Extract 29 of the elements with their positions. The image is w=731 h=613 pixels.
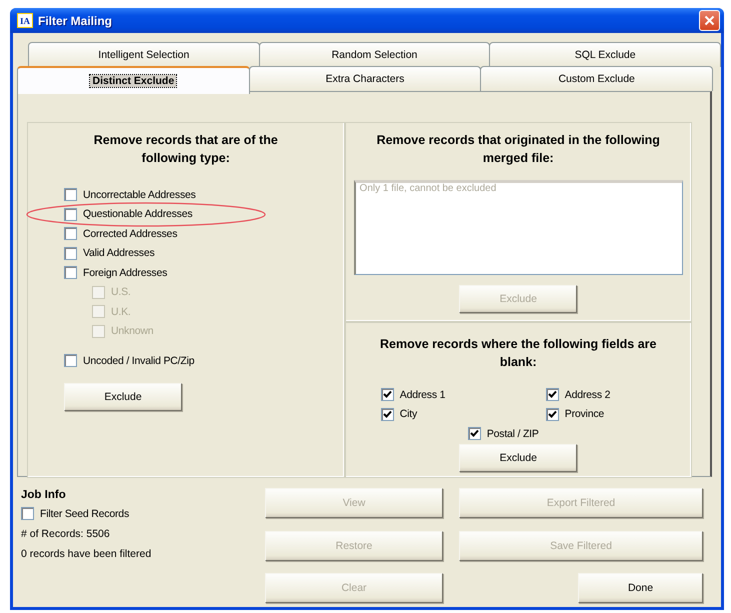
button[interactable]: Exclude [459, 444, 578, 472]
checkbox[interactable]: Address 2 [546, 385, 610, 404]
checkbox[interactable]: Uncorrectable Addresses [64, 185, 196, 204]
checkbox[interactable]: Address 1 [380, 385, 446, 404]
button[interactable]: Done [578, 573, 703, 604]
button[interactable]: Exclude [64, 382, 182, 410]
tab[interactable]: Random Selection [258, 42, 490, 67]
tab[interactable]: Distinct Exclude [17, 66, 250, 94]
section-heading: Job Info [21, 489, 67, 501]
checkbox[interactable]: Postal / ZIP [468, 424, 539, 444]
group-heading: Remove records where the following fields are blank: [379, 336, 658, 371]
checkbox[interactable]: Corrected Addresses [64, 224, 178, 244]
group-heading: Remove records that originated in the following merged file: [376, 132, 661, 167]
tab[interactable]: Extra Characters [248, 66, 482, 91]
group-heading: Remove records that are of the following type: [92, 132, 279, 167]
record-count: # of Records: 5506 [21, 526, 111, 542]
tab[interactable]: Intelligent Selection [28, 42, 260, 67]
tab[interactable]: Custom Exclude [480, 66, 714, 91]
checkbox[interactable]: Foreign Addresses [64, 263, 168, 282]
list-item: Only 1 file, cannot be excluded [360, 183, 498, 194]
checkbox[interactable]: Filter Seed Records [21, 504, 129, 524]
window-title: Filter Mailing [38, 14, 114, 28]
app-icon: IA [17, 13, 33, 28]
status-text: 0 records have been filtered [21, 546, 152, 562]
checkbox[interactable]: Province [546, 404, 604, 424]
checkbox[interactable]: Valid Addresses [64, 244, 155, 263]
checkbox[interactable]: City [380, 404, 418, 424]
tab[interactable]: SQL Exclude [489, 42, 722, 67]
checkbox[interactable]: Uncoded / Invalid PC/Zip [64, 351, 194, 370]
